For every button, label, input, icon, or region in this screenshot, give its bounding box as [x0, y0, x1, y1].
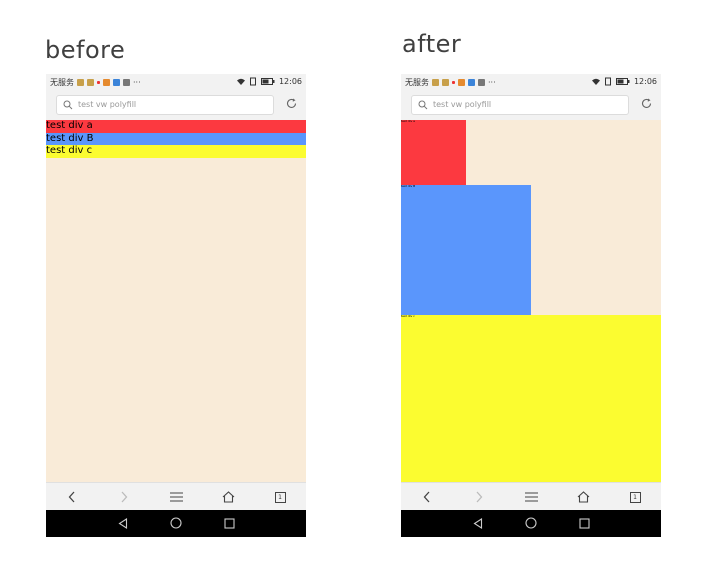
forward-button[interactable]	[471, 489, 487, 505]
circle-home-icon	[525, 517, 537, 529]
search-placeholder: test vw polyfill	[78, 100, 137, 109]
search-placeholder: test vw polyfill	[433, 100, 492, 109]
test-div-b: test div B	[46, 132, 306, 145]
circle-home-icon	[170, 517, 182, 529]
square-recents-icon	[223, 517, 235, 529]
wifi-icon	[591, 78, 600, 85]
after-phone-screen: 无服务 ··· 12:06 test vw polyfill test div …	[401, 74, 661, 537]
carrier-text: 无服务	[50, 78, 74, 87]
page-content: test div a test div B test div c	[401, 120, 661, 482]
test-div-a: test div a	[401, 120, 466, 185]
back-button[interactable]	[419, 489, 435, 505]
system-home-button[interactable]	[524, 516, 538, 530]
before-caption: before	[45, 36, 126, 64]
system-back-button[interactable]	[471, 516, 485, 530]
menu-icon	[169, 492, 183, 502]
search-input[interactable]: test vw polyfill	[411, 95, 629, 115]
browser-toolbar: 1	[401, 482, 661, 510]
signal-icon	[604, 77, 611, 86]
search-icon	[63, 100, 73, 110]
carrier-text: 无服务	[405, 78, 429, 87]
back-button[interactable]	[64, 489, 80, 505]
wifi-icon	[236, 78, 245, 85]
address-bar: test vw polyfill	[46, 92, 306, 120]
notification-icon	[458, 79, 465, 86]
system-home-button[interactable]	[169, 516, 183, 530]
clock-text: 12:06	[278, 77, 302, 86]
notification-icon	[87, 79, 94, 86]
reload-icon[interactable]	[640, 97, 653, 110]
notification-icon	[113, 79, 120, 86]
system-navigation-bar	[46, 510, 306, 537]
signal-icon	[249, 77, 256, 86]
triangle-back-icon	[118, 517, 128, 529]
triangle-back-icon	[473, 517, 483, 529]
notification-dot-icon	[452, 81, 455, 84]
before-phone-screen: 无服务 ··· 12:06 test vw polyfill test div …	[46, 74, 306, 537]
more-notifications-text: ···	[133, 78, 141, 87]
search-icon	[418, 100, 428, 110]
home-button[interactable]	[575, 489, 591, 505]
test-div-c: test div c	[46, 145, 306, 158]
tabs-button[interactable]: 1	[272, 489, 288, 505]
notification-icon	[77, 79, 84, 86]
address-bar: test vw polyfill	[401, 92, 661, 120]
test-div-c: test div c	[401, 315, 661, 482]
search-input[interactable]: test vw polyfill	[56, 95, 274, 115]
tab-count: 1	[629, 491, 641, 503]
notification-icon	[468, 79, 475, 86]
notification-dot-icon	[97, 81, 100, 84]
battery-icon	[260, 78, 275, 85]
system-recents-button[interactable]	[577, 516, 591, 530]
notification-icon	[103, 79, 110, 86]
chevron-left-icon	[423, 491, 430, 503]
chevron-right-icon	[121, 491, 128, 503]
home-icon	[577, 491, 589, 503]
notification-icon	[123, 79, 130, 86]
more-notifications-text: ···	[488, 78, 496, 87]
notification-icon	[442, 79, 449, 86]
status-bar: 无服务 ··· 12:06	[46, 74, 306, 92]
browser-toolbar: 1	[46, 482, 306, 510]
test-div-b: test div B	[401, 185, 531, 315]
clock-text: 12:06	[633, 77, 657, 86]
system-navigation-bar	[401, 510, 661, 537]
battery-icon	[615, 78, 630, 85]
page-content: test div a test div B test div c	[46, 120, 306, 482]
after-caption: after	[402, 30, 462, 58]
notification-icon	[432, 79, 439, 86]
menu-button[interactable]	[168, 489, 184, 505]
system-recents-button[interactable]	[222, 516, 236, 530]
chevron-left-icon	[68, 491, 75, 503]
tabs-button[interactable]: 1	[627, 489, 643, 505]
home-button[interactable]	[220, 489, 236, 505]
home-icon	[222, 491, 234, 503]
chevron-right-icon	[476, 491, 483, 503]
reload-icon[interactable]	[285, 97, 298, 110]
forward-button[interactable]	[116, 489, 132, 505]
menu-button[interactable]	[523, 489, 539, 505]
test-div-a: test div a	[46, 120, 306, 133]
system-back-button[interactable]	[116, 516, 130, 530]
tab-count: 1	[274, 491, 286, 503]
square-recents-icon	[578, 517, 590, 529]
status-bar: 无服务 ··· 12:06	[401, 74, 661, 92]
notification-icon	[478, 79, 485, 86]
menu-icon	[524, 492, 538, 502]
